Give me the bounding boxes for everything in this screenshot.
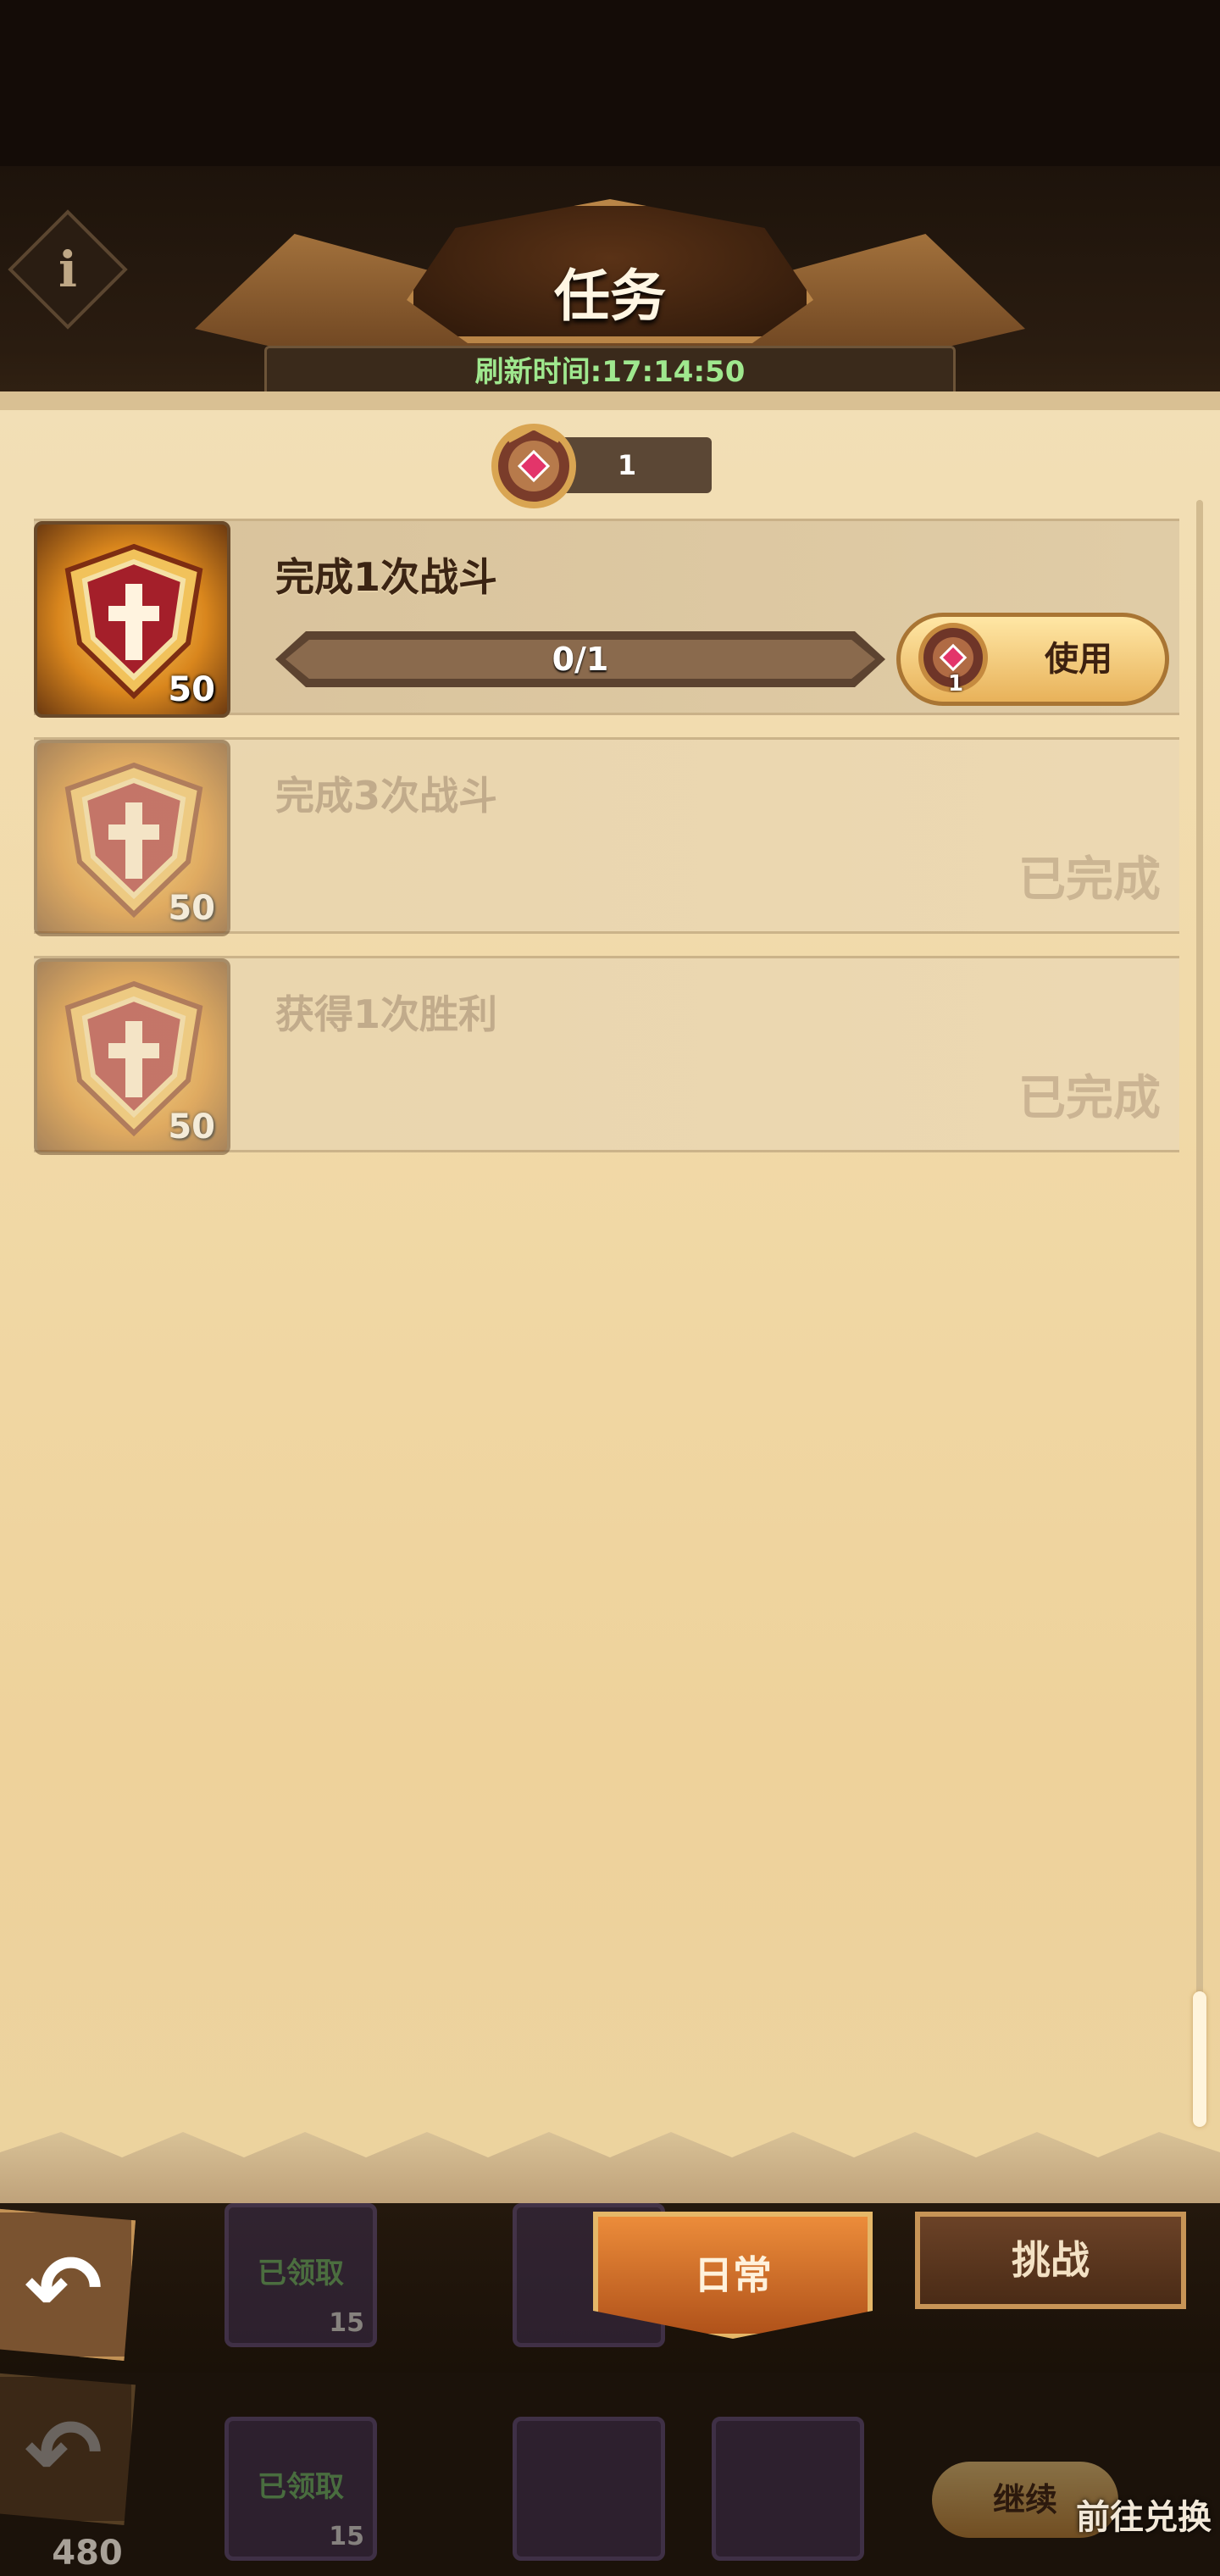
exchange-link[interactable]: 前往兑换 (1042, 2490, 1212, 2540)
task-row: 50 获得1次胜利 已完成 (34, 956, 1179, 1155)
task-title: 完成3次战斗 (275, 773, 498, 819)
task-row: 50 完成1次战斗 0/1 1 使用 (34, 519, 1179, 718)
claimed-count: 15 (329, 2308, 364, 2338)
completed-status: 已完成 (1018, 1071, 1161, 1126)
info-icon[interactable]: i (25, 227, 110, 312)
shield-icon: 50 (34, 958, 230, 1155)
back-arrow-icon: ↶ (24, 2399, 103, 2507)
shield-icon: 50 (34, 521, 230, 718)
task-row: 50 完成3次战斗 已完成 (34, 737, 1179, 936)
back-button[interactable]: ↶ (0, 2208, 136, 2361)
task-title: 完成1次战斗 (275, 554, 498, 600)
scrollbar-track[interactable] (1196, 500, 1203, 2127)
reward-count: 50 (168, 670, 215, 709)
locked-chest-icon (513, 2417, 665, 2561)
completed-status: 已完成 (1018, 852, 1161, 908)
shield-icon: 50 (34, 740, 230, 936)
task-title: 获得1次胜利 (275, 991, 498, 1037)
status-bar (0, 0, 1220, 166)
claimed-label: 已领取 (258, 2257, 344, 2290)
locked-chest-icon (712, 2417, 864, 2561)
reward-item-claimed: 已领取 15 (225, 2417, 377, 2561)
tab-challenge[interactable]: 挑战 (915, 2212, 1186, 2309)
reward-count: 50 (168, 889, 215, 928)
page-title: 任务 (554, 264, 666, 329)
back-arrow-icon: ↶ (24, 2235, 103, 2343)
use-count-badge: 1 (948, 671, 964, 697)
reward-count: 50 (168, 1108, 215, 1146)
scrollbar-thumb[interactable] (1193, 1991, 1206, 2127)
score-value: 480 (52, 2534, 123, 2573)
panel-top-edge (0, 391, 1220, 410)
back-button-background: ↶ (0, 2373, 136, 2525)
task-progress-bar: 0/1 (275, 631, 885, 687)
medal-icon (483, 415, 585, 517)
claimed-count: 15 (329, 2522, 364, 2551)
claimed-label: 已领取 (258, 2470, 344, 2504)
refresh-time: 刷新时间:17:14:50 (474, 355, 746, 389)
progress-text: 0/1 (552, 641, 609, 678)
use-button-label: 使用 (1045, 640, 1112, 679)
reward-item-claimed: 已领取 15 (225, 2203, 377, 2347)
use-button[interactable]: 1 使用 (896, 613, 1169, 706)
medal-count: 1 (617, 449, 637, 481)
